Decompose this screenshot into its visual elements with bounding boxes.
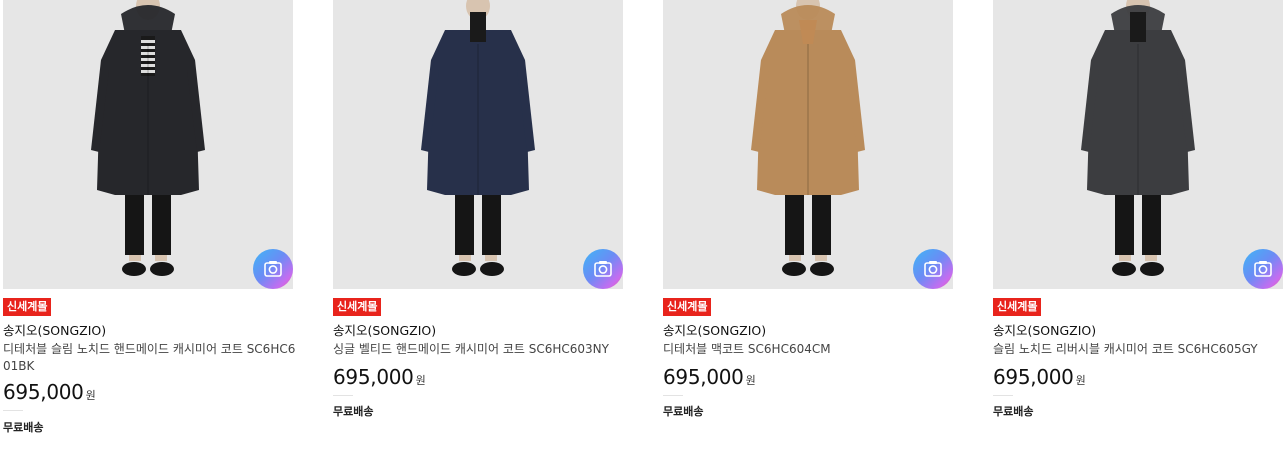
product-card[interactable]: 신세계몰 송지오(SONGZIO) 디테처블 맥코트 SC6HC604CM 69… bbox=[663, 0, 953, 418]
product-name[interactable]: 디테처블 맥코트 SC6HC604CM bbox=[663, 341, 958, 358]
price: 695,000 원 bbox=[3, 380, 96, 404]
image-search-button[interactable] bbox=[1243, 249, 1283, 289]
product-image[interactable] bbox=[333, 0, 623, 289]
product-name[interactable]: 디테처블 슬림 노치드 핸드메이드 캐시미어 코트 SC6HC601BK bbox=[3, 341, 298, 375]
price-value: 695,000 bbox=[663, 365, 744, 389]
image-search-button[interactable] bbox=[253, 249, 293, 289]
mall-badge: 신세계몰 bbox=[333, 298, 382, 316]
divider bbox=[993, 395, 1013, 396]
currency-unit: 원 bbox=[85, 389, 96, 402]
mall-badge: 신세계몰 bbox=[663, 298, 712, 316]
price: 695,000 원 bbox=[663, 365, 756, 389]
price: 695,000 원 bbox=[333, 365, 426, 389]
image-search-button[interactable] bbox=[913, 249, 953, 289]
image-search-button[interactable] bbox=[583, 249, 623, 289]
product-card[interactable]: 신세계몰 송지오(SONGZIO) 디테처블 슬림 노치드 핸드메이드 캐시미어… bbox=[3, 0, 295, 434]
price: 695,000 원 bbox=[993, 365, 1086, 389]
price-value: 695,000 bbox=[333, 365, 414, 389]
coat-model-image bbox=[663, 0, 953, 289]
product-image[interactable] bbox=[663, 0, 953, 289]
divider bbox=[333, 395, 353, 396]
shipping-label: 무료배송 bbox=[993, 405, 1034, 418]
price-value: 695,000 bbox=[3, 380, 84, 404]
product-card[interactable]: 신세계몰 송지오(SONGZIO) 싱글 벨티드 핸드메이드 캐시미어 코트 S… bbox=[333, 0, 623, 418]
camera-lens-icon bbox=[1254, 261, 1272, 277]
product-name[interactable]: 싱글 벨티드 핸드메이드 캐시미어 코트 SC6HC603NY bbox=[333, 341, 628, 358]
product-image[interactable] bbox=[3, 0, 293, 289]
currency-unit: 원 bbox=[415, 374, 426, 387]
currency-unit: 원 bbox=[1075, 374, 1086, 387]
product-name[interactable]: 슬림 노치드 리버시블 캐시미어 코트 SC6HC605GY bbox=[993, 341, 1286, 358]
coat-model-image bbox=[3, 0, 293, 289]
shipping-label: 무료배송 bbox=[3, 421, 44, 434]
price-value: 695,000 bbox=[993, 365, 1074, 389]
shipping-label: 무료배송 bbox=[333, 405, 374, 418]
divider bbox=[3, 410, 23, 411]
coat-model-image bbox=[333, 0, 623, 289]
product-card[interactable]: 신세계몰 송지오(SONGZIO) 슬림 노치드 리버시블 캐시미어 코트 SC… bbox=[993, 0, 1283, 418]
camera-lens-icon bbox=[594, 261, 612, 277]
shipping-label: 무료배송 bbox=[663, 405, 704, 418]
product-image[interactable] bbox=[993, 0, 1283, 289]
camera-lens-icon bbox=[924, 261, 942, 277]
brand-name[interactable]: 송지오(SONGZIO) bbox=[3, 322, 106, 339]
brand-name[interactable]: 송지오(SONGZIO) bbox=[993, 322, 1096, 339]
mall-badge: 신세계몰 bbox=[3, 298, 52, 316]
coat-model-image bbox=[993, 0, 1283, 289]
product-grid: 신세계몰 송지오(SONGZIO) 디테처블 슬림 노치드 핸드메이드 캐시미어… bbox=[3, 0, 1286, 449]
brand-name[interactable]: 송지오(SONGZIO) bbox=[333, 322, 436, 339]
brand-name[interactable]: 송지오(SONGZIO) bbox=[663, 322, 766, 339]
divider bbox=[663, 395, 683, 396]
camera-lens-icon bbox=[264, 261, 282, 277]
mall-badge: 신세계몰 bbox=[993, 298, 1042, 316]
currency-unit: 원 bbox=[745, 374, 756, 387]
